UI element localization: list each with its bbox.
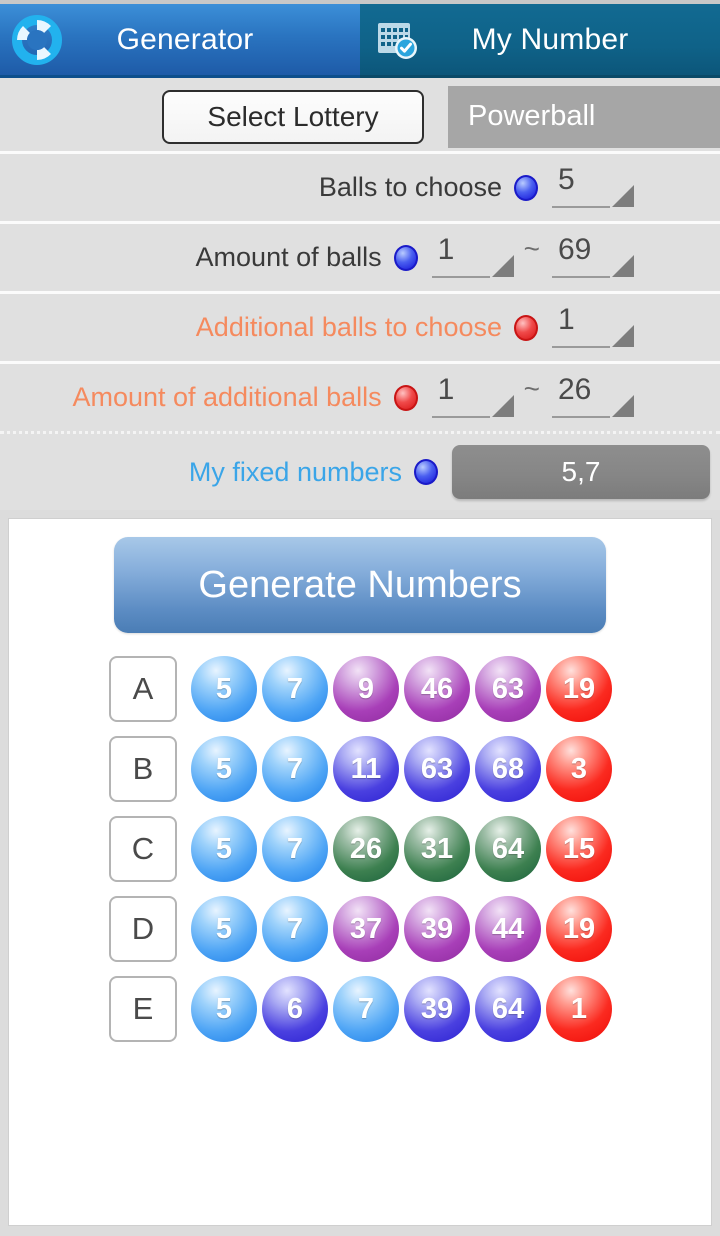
amount-of-balls-min-spinner[interactable]: 1: [431, 232, 514, 284]
amount-of-balls-range: 1 ~ 69: [431, 232, 634, 284]
chevron-down-icon: [612, 254, 634, 277]
row-label: A: [109, 656, 177, 722]
ball[interactable]: 7: [333, 976, 399, 1042]
ball[interactable]: 63: [404, 736, 470, 802]
ball[interactable]: 6: [262, 976, 328, 1042]
amount-of-balls-indicator-dot: [393, 244, 418, 271]
result-row-d: D 5 7 37 39 44 19: [109, 889, 617, 969]
my-fixed-numbers-label: My fixed numbers: [188, 456, 402, 487]
amount-of-balls-min-value: 1: [437, 232, 455, 266]
tab-generator-label: Generator: [116, 22, 254, 56]
bonus-ball[interactable]: 1: [546, 976, 612, 1042]
ball[interactable]: 37: [333, 896, 399, 962]
tab-bar: Generator My Number: [0, 0, 720, 78]
spinner-underline: [552, 205, 610, 208]
amount-of-balls-label: Amount of balls: [195, 242, 382, 272]
ball[interactable]: 39: [404, 976, 470, 1042]
tab-my-number-label: My Number: [471, 22, 629, 56]
additional-balls-to-choose-spinner[interactable]: 1: [552, 302, 634, 354]
amount-of-additional-balls-min-spinner[interactable]: 1: [431, 372, 514, 424]
tab-my-number[interactable]: My Number: [360, 4, 720, 78]
bonus-ball[interactable]: 19: [546, 896, 612, 962]
spinner-underline: [552, 345, 610, 348]
row-label: D: [109, 896, 177, 962]
range-separator: ~: [523, 372, 540, 404]
ball[interactable]: 11: [333, 736, 399, 802]
amount-of-balls-max-value: 69: [558, 232, 592, 266]
ball[interactable]: 5: [191, 816, 257, 882]
ball[interactable]: 26: [333, 816, 399, 882]
bonus-ball[interactable]: 15: [546, 816, 612, 882]
row-label: C: [109, 816, 177, 882]
chevron-down-icon: [612, 324, 634, 347]
select-lottery-button[interactable]: Select Lottery: [162, 89, 424, 144]
ball[interactable]: 63: [475, 656, 541, 722]
results-panel: Generate Numbers A 5 7 9 46 63 19 B 5 7 …: [8, 518, 712, 1226]
bonus-ball[interactable]: 3: [546, 736, 612, 802]
ball[interactable]: 46: [404, 656, 470, 722]
result-row-e: E 5 6 7 39 64 1: [109, 969, 617, 1049]
balls-to-choose-label: Balls to choose: [318, 172, 502, 202]
ball[interactable]: 5: [191, 896, 257, 962]
ball[interactable]: 7: [262, 656, 328, 722]
result-row-a: A 5 7 9 46 63 19: [109, 649, 617, 729]
amount-of-balls-max-spinner[interactable]: 69: [552, 232, 634, 284]
my-fixed-numbers-indicator-dot: [414, 459, 438, 485]
amount-of-additional-balls-max-spinner[interactable]: 26: [552, 372, 634, 424]
row-label: E: [109, 976, 177, 1042]
balls-to-choose-spinner[interactable]: 5: [552, 162, 634, 214]
amount-of-additional-balls-indicator-dot: [393, 384, 418, 411]
spinner-underline: [552, 415, 610, 418]
ball[interactable]: 64: [475, 976, 541, 1042]
amount-of-additional-balls-max-value: 26: [558, 372, 592, 406]
calendar-check-icon: [370, 13, 424, 67]
ball[interactable]: 44: [475, 896, 541, 962]
row-my-fixed-numbers: My fixed numbers 5,7: [0, 434, 720, 510]
my-fixed-numbers-button[interactable]: 5,7: [452, 445, 710, 499]
spinner-underline: [431, 415, 490, 418]
amount-of-additional-balls-label: Amount of additional balls: [72, 382, 382, 412]
range-separator: ~: [523, 232, 540, 264]
lifebuoy-ring-icon: [10, 13, 64, 67]
ball[interactable]: 31: [404, 816, 470, 882]
chevron-down-icon: [612, 394, 634, 417]
ball[interactable]: 5: [191, 736, 257, 802]
chevron-down-icon: [491, 394, 514, 417]
balls-to-choose-value: 5: [558, 162, 575, 196]
row-amount-of-balls: Amount of balls 1 ~ 69: [0, 224, 720, 294]
bonus-ball[interactable]: 19: [546, 656, 612, 722]
result-row-b: B 5 7 11 63 68 3: [109, 729, 617, 809]
chevron-down-icon: [612, 184, 634, 207]
ball[interactable]: 7: [262, 896, 328, 962]
row-amount-of-additional-balls: Amount of additional balls 1 ~ 26: [0, 364, 720, 434]
chevron-down-icon: [491, 254, 514, 277]
generate-numbers-button[interactable]: Generate Numbers: [114, 537, 606, 633]
spinner-underline: [552, 275, 610, 278]
app-root: Generator My Number Select Lottery Power…: [0, 0, 720, 1236]
result-row-c: C 5 7 26 31 64 15: [109, 809, 617, 889]
settings-panel: Select Lottery Powerball Balls to choose…: [0, 78, 720, 510]
ball[interactable]: 68: [475, 736, 541, 802]
amount-of-additional-balls-min-value: 1: [437, 372, 455, 406]
ball[interactable]: 64: [475, 816, 541, 882]
tab-generator[interactable]: Generator: [0, 4, 360, 78]
ball[interactable]: 5: [191, 656, 257, 722]
additional-balls-indicator-dot: [514, 314, 538, 341]
row-balls-to-choose: Balls to choose 5: [0, 154, 720, 224]
spinner-underline: [431, 275, 490, 278]
ball[interactable]: 7: [262, 816, 328, 882]
lottery-value-field[interactable]: Powerball: [448, 85, 720, 148]
additional-balls-to-choose-label: Additional balls to choose: [195, 312, 502, 342]
balls-to-choose-indicator-dot: [514, 174, 538, 201]
ball[interactable]: 39: [404, 896, 470, 962]
select-lottery-row: Select Lottery Powerball: [0, 82, 720, 154]
additional-balls-to-choose-value: 1: [558, 302, 575, 336]
ball[interactable]: 9: [333, 656, 399, 722]
row-label: B: [109, 736, 177, 802]
row-additional-balls-to-choose: Additional balls to choose 1: [0, 294, 720, 364]
amount-of-additional-balls-range: 1 ~ 26: [431, 372, 634, 424]
ball[interactable]: 7: [262, 736, 328, 802]
ball[interactable]: 5: [191, 976, 257, 1042]
